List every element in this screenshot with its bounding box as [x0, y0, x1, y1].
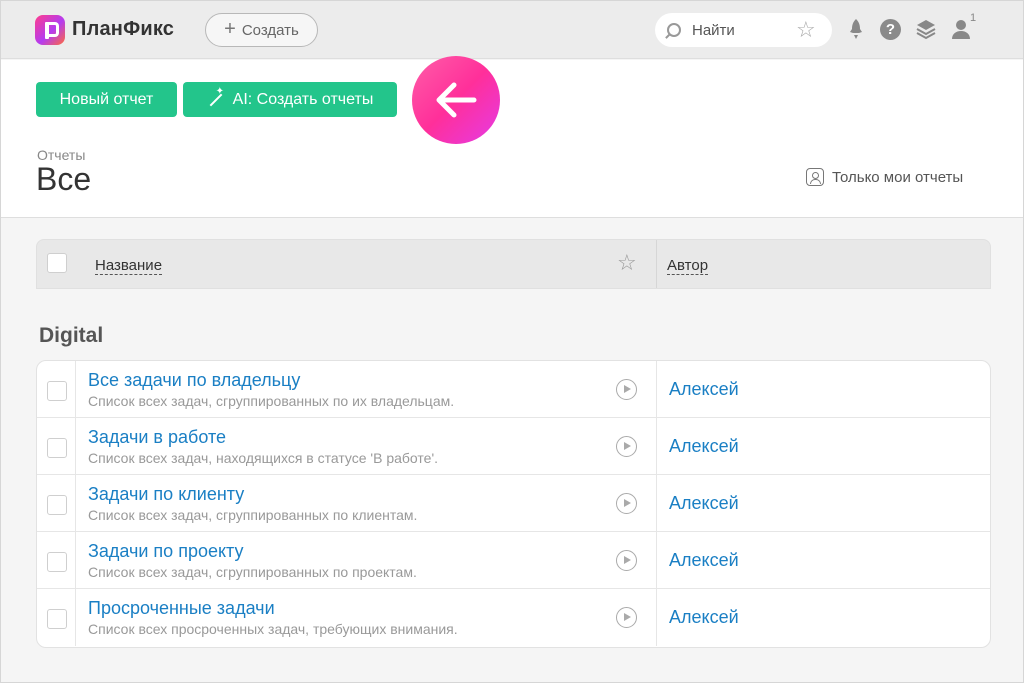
ai-create-reports-label: AI: Создать отчеты [232, 90, 374, 108]
report-title-link[interactable]: Все задачи по владельцу [88, 370, 300, 391]
report-title-link[interactable]: Просроченные задачи [88, 598, 275, 619]
arrow-left-icon [412, 56, 500, 144]
table-row[interactable]: Просроченные задачи Список всех просроче… [37, 589, 990, 646]
table-row[interactable]: Задачи в работе Список всех задач, наход… [37, 418, 990, 475]
report-description: Список всех просроченных задач, требующи… [88, 621, 458, 637]
ai-create-reports-button[interactable]: AI: Создать отчеты [183, 82, 397, 117]
table-row[interactable]: Задачи по проекту Список всех задач, сгр… [37, 532, 990, 589]
report-title-link[interactable]: Задачи в работе [88, 427, 226, 448]
magic-wand-icon [207, 86, 225, 109]
reports-header: Новый отчет AI: Создать отчеты Отчеты Вс… [1, 56, 1023, 218]
play-icon[interactable] [616, 550, 637, 571]
row-checkbox[interactable] [47, 609, 67, 629]
report-author-link[interactable]: Алексей [669, 607, 739, 628]
search-box[interactable]: Найти ☆ [655, 13, 832, 47]
play-icon[interactable] [616, 436, 637, 457]
user-badge: 1 [970, 12, 977, 24]
select-all-checkbox[interactable] [47, 253, 67, 273]
only-my-reports-label: Только мои отчеты [832, 168, 964, 186]
report-title-link[interactable]: Задачи по проекту [88, 541, 244, 562]
person-icon [806, 168, 824, 186]
column-name-header[interactable]: Название [95, 258, 163, 275]
row-checkbox[interactable] [47, 552, 67, 572]
only-my-reports-toggle[interactable]: Только мои отчеты [806, 168, 963, 186]
plus-icon: + [224, 18, 236, 40]
rocket-icon[interactable] [844, 17, 868, 41]
row-checkbox[interactable] [47, 438, 67, 458]
search-input[interactable]: Найти [692, 22, 735, 39]
table-header: Название ☆ Автор [36, 239, 991, 289]
report-author-link[interactable]: Алексей [669, 436, 739, 457]
play-icon[interactable] [616, 379, 637, 400]
search-icon [667, 23, 681, 37]
row-checkbox[interactable] [47, 381, 67, 401]
top-bar: ПланФикс + Создать Найти ☆ ? 1 [1, 1, 1023, 59]
create-button[interactable]: + Создать [205, 13, 318, 47]
reports-table: Все задачи по владельцу Список всех зада… [36, 360, 991, 648]
brand-name[interactable]: ПланФикс [72, 18, 174, 41]
page-title: Все [36, 161, 92, 197]
report-title-link[interactable]: Задачи по клиенту [88, 484, 244, 505]
play-icon[interactable] [616, 493, 637, 514]
planfix-logo-icon[interactable] [35, 15, 65, 45]
report-description: Список всех задач, сгруппированных по их… [88, 393, 455, 409]
report-description: Список всех задач, сгруппированных по кл… [88, 507, 418, 523]
layers-icon[interactable] [914, 17, 938, 41]
create-button-label: Создать [241, 21, 299, 39]
column-author-header[interactable]: Автор [667, 258, 709, 275]
help-icon[interactable]: ? [880, 19, 901, 40]
report-description: Список всех задач, сгруппированных по пр… [88, 564, 417, 580]
table-row[interactable]: Все задачи по владельцу Список всех зада… [37, 361, 990, 418]
column-divider [656, 240, 657, 288]
report-author-link[interactable]: Алексей [669, 493, 739, 514]
table-row[interactable]: Задачи по клиенту Список всех задач, сгр… [37, 475, 990, 532]
group-title: Digital [39, 324, 104, 347]
star-column-icon[interactable]: ☆ [617, 252, 637, 274]
report-author-link[interactable]: Алексей [669, 379, 739, 400]
row-checkbox[interactable] [47, 495, 67, 515]
play-icon[interactable] [616, 607, 637, 628]
new-report-button[interactable]: Новый отчет [36, 82, 177, 117]
favorite-star-icon[interactable]: ☆ [796, 19, 816, 41]
report-author-link[interactable]: Алексей [669, 550, 739, 571]
report-description: Список всех задач, находящихся в статусе… [88, 450, 439, 466]
